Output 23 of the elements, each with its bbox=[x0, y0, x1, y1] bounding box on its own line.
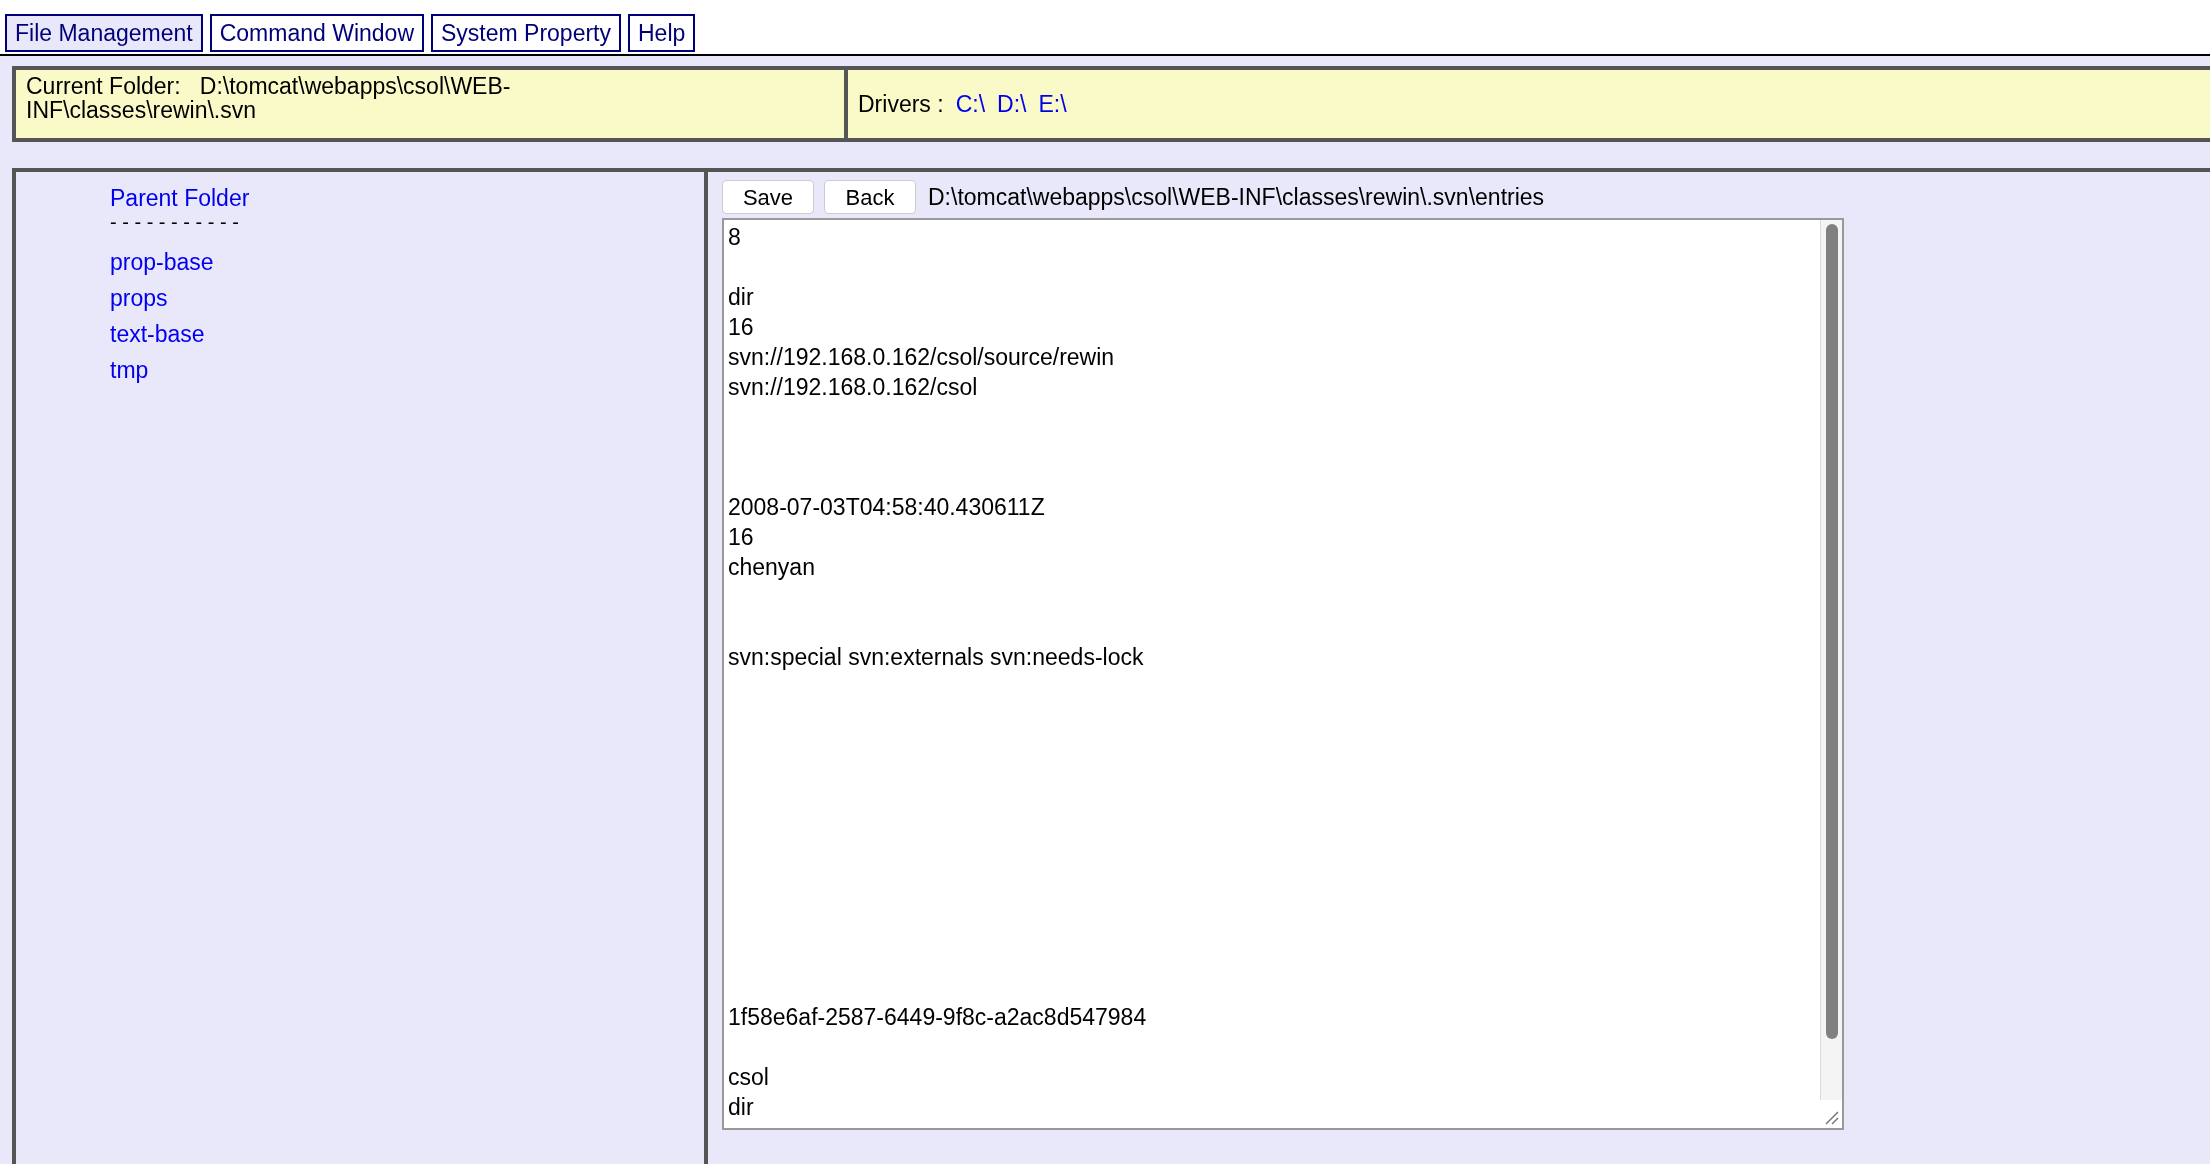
folder-link[interactable]: props bbox=[110, 280, 168, 316]
drivers-label: Drivers : bbox=[858, 89, 944, 119]
back-button[interactable]: Back bbox=[824, 180, 916, 214]
scrollbar[interactable] bbox=[1820, 220, 1842, 1100]
menu-tab[interactable]: System Property bbox=[431, 14, 621, 52]
scrollbar-thumb[interactable] bbox=[1825, 224, 1838, 1039]
current-folder-text: Current Folder: D:\tomcat\webapps\csol\WEB-INF\classes\rewin\.svn bbox=[26, 74, 512, 122]
parent-folder-link[interactable]: Parent Folder bbox=[110, 184, 250, 212]
separator-text: - - - - - - - - - - - bbox=[110, 212, 239, 232]
drive-link[interactable]: E:\ bbox=[1038, 86, 1067, 122]
save-button[interactable]: Save bbox=[722, 180, 814, 214]
resize-grip-icon[interactable] bbox=[1823, 1109, 1839, 1125]
file-path: D:\tomcat\webapps\csol\WEB-INF\classes\rewin\.svn\entries bbox=[928, 182, 1545, 212]
folder-link[interactable]: tmp bbox=[110, 352, 149, 388]
folder-link[interactable]: prop-base bbox=[110, 244, 214, 280]
drive-link[interactable]: D:\ bbox=[997, 86, 1027, 122]
menu-tab[interactable]: Help bbox=[628, 14, 696, 52]
drive-link[interactable]: C:\ bbox=[955, 86, 985, 122]
file-content-area[interactable]: 8 dir 16 svn://192.168.0.162/csol/source/rewin svn://192.168.0.162/csol 2008-07-03T04:58:40.430611Z 16 chenyan svn:special svn:externals svn:needs-lock 1f58e6af-2587-6449-9f8c-a2ac8d547984 csol dir bbox=[722, 218, 1844, 1130]
folder-link[interactable]: text-base bbox=[110, 316, 205, 352]
menu-tab[interactable]: File Management bbox=[5, 14, 203, 52]
menu-tab[interactable]: Command Window bbox=[209, 14, 424, 52]
file-content-text: 8 dir 16 svn://192.168.0.162/csol/source/rewin svn://192.168.0.162/csol 2008-07-03T04:58:40.430611Z 16 chenyan svn:special svn:externals svn:needs-lock 1f58e6af-2587-6449-9f8c-a2ac8d547984 csol dir bbox=[727, 223, 1148, 1122]
